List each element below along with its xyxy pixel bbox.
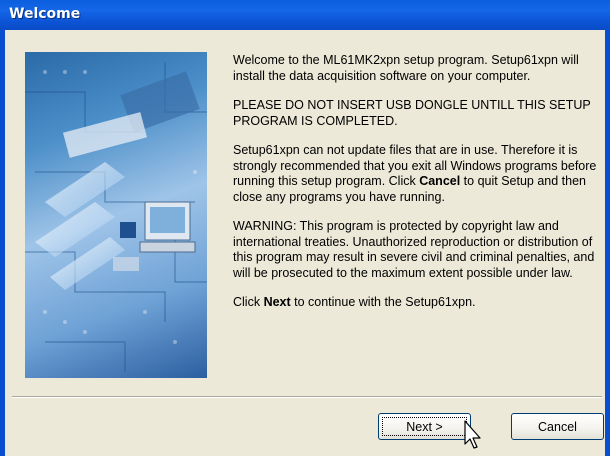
mouse-pointer-icon (464, 420, 481, 449)
welcome-paragraph: Welcome to the ML61MK2xpn setup program.… (233, 53, 579, 83)
setup-banner-image (25, 52, 207, 378)
cancel-button[interactable]: Cancel (511, 413, 604, 440)
cancel-emphasis: Cancel (419, 174, 461, 188)
cancel-button-label: Cancel (538, 419, 577, 434)
window-title: Welcome (9, 6, 81, 22)
continue-text-after: to continue with the Setup61xpn. (290, 295, 476, 309)
separator-line (12, 396, 602, 398)
close-programs-paragraph: Setup61xpn can not update files that are… (233, 143, 605, 205)
next-button[interactable]: Next > (378, 413, 471, 440)
setup-dialog: Welcome Welcome to the ML61MK2xpn setup … (0, 0, 610, 456)
window-frame-left (0, 30, 5, 456)
copyright-warning-paragraph: WARNING: This program is protected by co… (233, 219, 595, 280)
continue-instruction-paragraph: Click Next to continue with the Setup61x… (233, 295, 605, 311)
title-bar[interactable]: Welcome (0, 0, 610, 30)
focus-rectangle (382, 417, 467, 436)
dongle-warning-paragraph: PLEASE DO NOT INSERT USB DONGLE UNTILL T… (233, 98, 591, 128)
welcome-text: Welcome to the ML61MK2xpn setup program.… (233, 53, 605, 325)
window-frame-right (605, 30, 610, 456)
continue-text-before: Click (233, 295, 264, 309)
next-emphasis: Next (263, 295, 291, 309)
